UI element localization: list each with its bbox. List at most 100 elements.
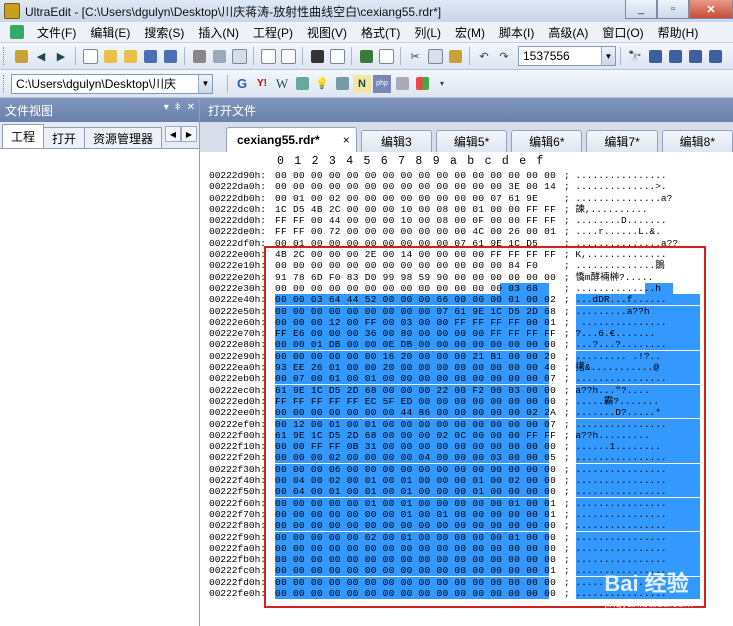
toolbar-grip[interactable] (3, 47, 7, 65)
restore-button[interactable]: ▫ (657, 0, 689, 19)
menu-insert[interactable]: 插入(N) (191, 24, 246, 41)
translate-icon[interactable] (293, 75, 311, 93)
menu-window[interactable]: 窗口(O) (595, 24, 650, 41)
line-numbers-icon[interactable] (357, 47, 375, 65)
menu-macro[interactable]: 宏(M) (448, 24, 492, 41)
hex-ascii[interactable]: ; ...............a? (564, 193, 672, 204)
redo-icon[interactable]: ↷ (495, 47, 513, 65)
n-icon[interactable]: N (353, 74, 371, 93)
chevron-left-icon[interactable]: ◀ (165, 126, 181, 142)
tools-icon[interactable] (393, 75, 411, 93)
cut-icon[interactable]: ✂ (406, 47, 424, 65)
tab-cexiang55[interactable]: cexiang55.rdr* × (226, 127, 357, 152)
menu-format[interactable]: 格式(T) (354, 24, 407, 41)
hex-row[interactable]: 00222dc0h: 1C D5 4B 2C 00 00 00 10 00 08 … (200, 204, 733, 215)
hex-ascii[interactable]: ; ..............>. (564, 181, 667, 192)
php-icon[interactable]: php (373, 74, 391, 93)
hex-ascii[interactable]: ; ........D....... (564, 215, 667, 226)
menu-project[interactable]: 工程(P) (246, 24, 300, 41)
hex-bytes[interactable]: 1C D5 4B 2C 00 00 00 10 00 08 00 01 00 0… (275, 204, 556, 215)
tab-edit7[interactable]: 编辑7* (586, 130, 658, 152)
close-file-icon[interactable] (121, 47, 139, 65)
find-next-icon[interactable] (646, 47, 664, 65)
spellcheck-icon[interactable] (230, 47, 248, 65)
document-menu-icon[interactable] (10, 25, 24, 39)
hex-address: 00222e30h: (209, 282, 267, 294)
toolbar-grip[interactable] (3, 74, 7, 93)
toolbar-separator (302, 47, 303, 65)
menu-search[interactable]: 搜索(S) (137, 24, 191, 41)
tab-open[interactable]: 打开 (43, 127, 86, 148)
tab-project[interactable]: 工程 (2, 124, 45, 148)
google-icon[interactable]: G (233, 75, 251, 93)
open-folder-icon[interactable] (101, 47, 119, 65)
forward-arrow-icon[interactable]: ▶ (52, 47, 70, 65)
menu-advanced[interactable]: 高级(A) (541, 24, 595, 41)
menu-file[interactable]: 文件(F) (30, 24, 83, 41)
msdn-icon[interactable] (333, 75, 351, 93)
copy-icon[interactable] (426, 47, 444, 65)
hex-bytes[interactable]: 00 01 00 02 00 00 00 00 00 00 00 00 07 6… (275, 193, 538, 204)
hex-row[interactable]: 00222da0h: 00 00 00 00 00 00 00 00 00 00 … (200, 181, 733, 192)
paste-icon[interactable] (446, 47, 464, 65)
undo-icon[interactable]: ↶ (475, 47, 493, 65)
new-file-icon[interactable] (81, 47, 99, 65)
panel-menu-icon[interactable]: ▾ (164, 102, 169, 113)
hex-row[interactable]: 00222d90h: 00 00 00 00 00 00 00 00 00 00 … (200, 170, 733, 181)
goto-combo[interactable]: 1537556 ▼ (518, 46, 616, 66)
open-files-header: 打开文件 (200, 98, 733, 122)
replace-icon[interactable] (706, 47, 724, 65)
hex-ascii[interactable]: ; 諫,.......... (564, 204, 648, 215)
close-button[interactable]: ✕ (689, 0, 733, 19)
hex-bytes[interactable]: 00 00 00 00 00 00 00 00 00 00 00 00 00 0… (275, 170, 556, 181)
tab-explorer[interactable]: 资源管理器 (84, 127, 163, 148)
panel-close-icon[interactable]: ✕ (187, 102, 195, 113)
windows-icon[interactable] (413, 75, 431, 93)
save-icon[interactable] (141, 47, 159, 65)
minimize-button[interactable]: _ (625, 0, 657, 19)
tab-edit3[interactable]: 编辑3 (360, 130, 432, 152)
show-spaces-icon[interactable] (279, 47, 297, 65)
hex-row[interactable]: 00222de0h: FF FF 00 72 00 00 00 00 00 00 … (200, 226, 733, 237)
close-icon[interactable]: × (343, 133, 350, 147)
hex-row[interactable]: 00222db0h: 00 01 00 02 00 00 00 00 00 00 … (200, 193, 733, 204)
path-combo[interactable]: C:\Users\dgulyn\Desktop\川庆 ▼ (11, 73, 213, 94)
save-all-icon[interactable] (161, 47, 179, 65)
menu-edit[interactable]: 编辑(E) (83, 24, 137, 41)
menu-help[interactable]: 帮助(H) (651, 24, 706, 41)
hex-bytes[interactable]: FF FF 00 72 00 00 00 00 00 00 00 4C 00 2… (275, 226, 556, 237)
hex-column-label: 9 (432, 155, 440, 168)
tab-scroll: ◀ ▶ (165, 126, 197, 142)
word-wrap-icon[interactable] (259, 47, 277, 65)
chevron-right-icon[interactable]: ▶ (181, 126, 197, 142)
chevron-down-icon[interactable]: ▼ (601, 47, 615, 65)
toolbar-overflow-icon[interactable]: ▾ (433, 75, 451, 93)
hex-address: 00222e60h: (209, 316, 267, 328)
open-icon[interactable] (12, 47, 30, 65)
print-icon[interactable] (190, 47, 208, 65)
pin-icon[interactable]: ǂ (175, 102, 181, 113)
hex-bytes[interactable]: 00 00 00 00 00 00 00 00 00 00 00 00 00 3… (275, 181, 556, 192)
tab-edit8[interactable]: 编辑8* (661, 130, 733, 152)
hex-ascii[interactable]: ; ................ (564, 170, 667, 181)
print-preview-icon[interactable] (210, 47, 228, 65)
wikipedia-icon[interactable]: W (273, 75, 291, 93)
find-prev-icon[interactable] (666, 47, 684, 65)
find-in-files-icon[interactable] (686, 47, 704, 65)
hex-bytes[interactable]: FF FF 00 44 00 00 00 10 00 08 00 0F 00 0… (275, 215, 556, 226)
menu-column[interactable]: 列(L) (407, 24, 448, 41)
hex-row[interactable]: 00222dd0h: FF FF 00 44 00 00 00 10 00 08 … (200, 215, 733, 226)
tab-edit6[interactable]: 编辑6* (511, 130, 583, 152)
find-icon[interactable]: 🔭 (626, 47, 644, 65)
back-arrow-icon[interactable]: ◀ (32, 47, 50, 65)
menu-view[interactable]: 视图(V) (300, 24, 354, 41)
menu-script[interactable]: 脚本(I) (492, 24, 541, 41)
lightbulb-icon[interactable]: 💡 (313, 75, 331, 93)
list-icon[interactable] (377, 47, 395, 65)
chevron-down-icon[interactable]: ▼ (198, 74, 212, 93)
hex-ascii[interactable]: ; ....r......L.&. (564, 226, 661, 237)
hex-mode-icon[interactable] (308, 47, 326, 65)
column-mode-icon[interactable] (328, 47, 346, 65)
yahoo-icon[interactable]: Y! (253, 75, 271, 93)
tab-edit5[interactable]: 编辑5* (435, 130, 508, 152)
